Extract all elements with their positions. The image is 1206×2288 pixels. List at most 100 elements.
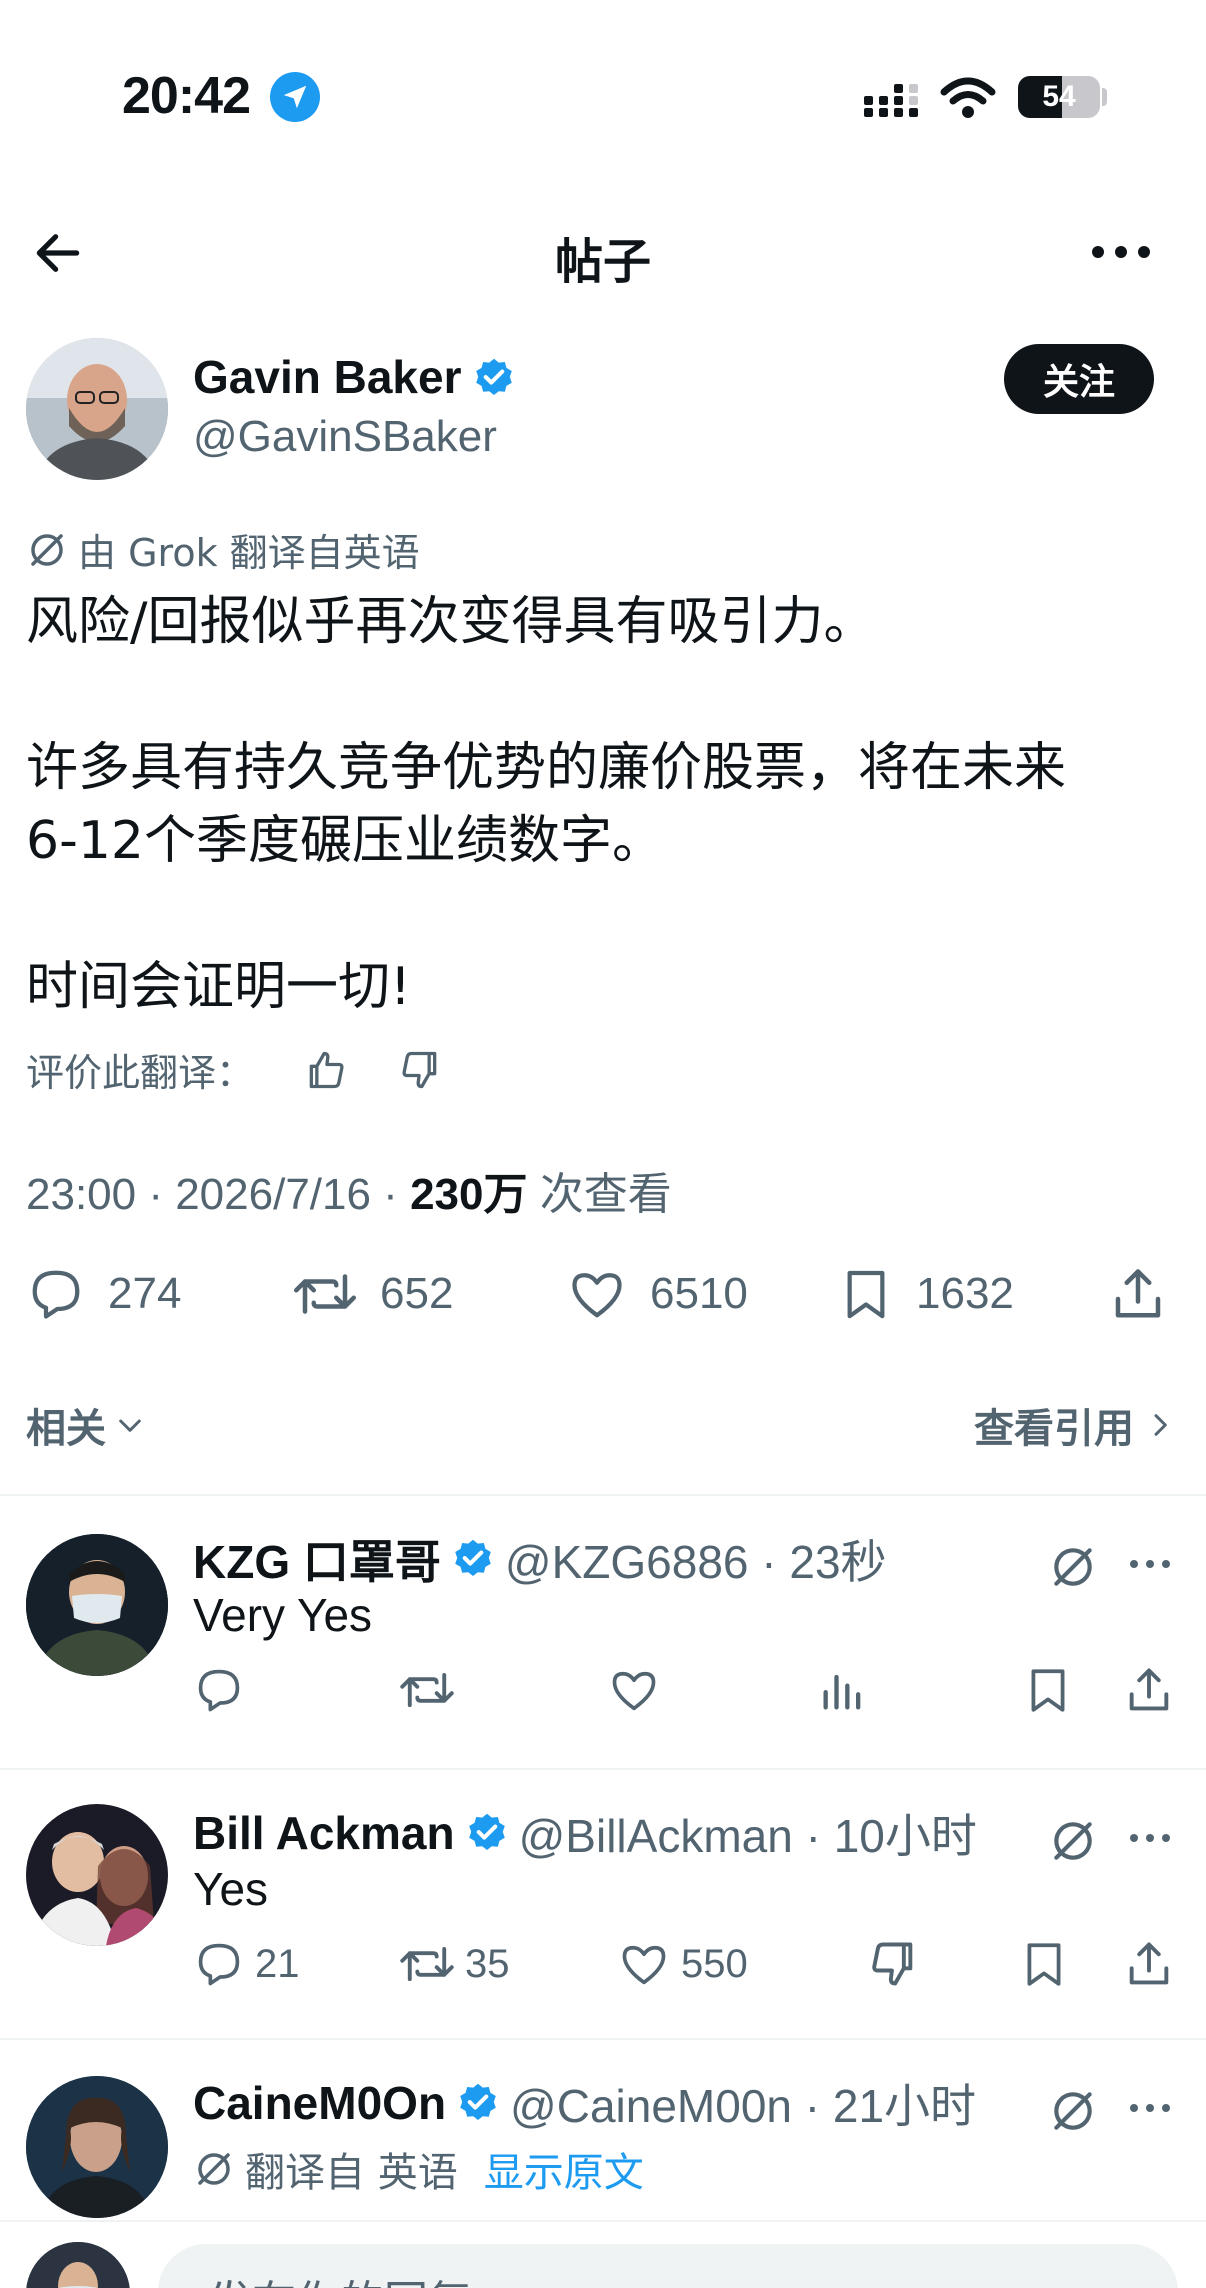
- repost-count: 652: [380, 1269, 454, 1318]
- share-icon: [1129, 1942, 1169, 1985]
- follow-button[interactable]: 关注: [1004, 344, 1154, 414]
- grok-icon[interactable]: [1048, 2086, 1098, 2136]
- reply-text: Yes: [193, 1863, 269, 1915]
- grok-icon[interactable]: [1048, 1542, 1098, 1592]
- view-quotes-link[interactable]: 查看引用: [974, 1396, 1172, 1454]
- comment-icon: [32, 1270, 80, 1319]
- verified-badge-icon: [455, 1539, 491, 1577]
- bookmark-icon: [847, 1270, 885, 1319]
- related-label: 相关: [26, 1406, 106, 1452]
- share-button[interactable]: [1108, 1264, 1168, 1324]
- more-horizontal-icon[interactable]: [1128, 1830, 1172, 1846]
- bookmark-button[interactable]: [1023, 1664, 1073, 1716]
- like-button[interactable]: [607, 1664, 671, 1716]
- bookmark-icon: [1027, 1943, 1061, 1986]
- share-button[interactable]: [1123, 1938, 1175, 1990]
- translation-note-text: 由 Grok 翻译自英语: [78, 531, 420, 575]
- comment-icon: [198, 1669, 240, 1712]
- reply-text: Very Yes: [193, 1589, 373, 1641]
- repost-icon: [400, 1946, 454, 1982]
- thumbs-down-icon[interactable]: [398, 1048, 442, 1092]
- more-horizontal-icon: [1092, 246, 1150, 258]
- share-button[interactable]: [1123, 1664, 1175, 1716]
- reply-translation-text: 翻译自 英语: [245, 2150, 458, 2196]
- reply-handle[interactable]: @BillAckman · 10小时: [519, 1800, 977, 1866]
- heart-icon: [612, 1671, 656, 1711]
- author-name[interactable]: Gavin Baker: [193, 350, 461, 404]
- author-handle[interactable]: @GavinSBaker: [193, 412, 497, 462]
- rate-translation-label: 评价此翻译：: [26, 1051, 255, 1095]
- reply-item[interactable]: Bill Ackman @BillAckman · 10小时 Yes 21 35…: [0, 1770, 1206, 2038]
- repost-icon: [400, 1672, 454, 1708]
- reply-avatar[interactable]: [26, 2076, 168, 2218]
- grok-icon: [198, 2153, 230, 2185]
- view-count-label: 次查看: [527, 1170, 672, 1219]
- grok-icon: [31, 533, 63, 566]
- translation-note[interactable]: 由 Grok 翻译自英语: [26, 522, 420, 577]
- like-count: 6510: [650, 1269, 748, 1318]
- like-button[interactable]: 550: [617, 1938, 748, 1990]
- thumbs-up-icon[interactable]: [304, 1048, 348, 1092]
- reply-author-name[interactable]: KZG 口罩哥: [193, 1526, 441, 1592]
- repost-count: 35: [465, 1941, 510, 1986]
- show-original-link[interactable]: 显示原文: [484, 2140, 644, 2198]
- reply-button[interactable]: [193, 1664, 255, 1716]
- post-body: 风险/回报似乎再次变得具有吸引力。 许多具有持久竞争优势的廉价股票，将在未来 6…: [26, 592, 1067, 1017]
- more-horizontal-icon[interactable]: [1128, 2100, 1172, 2116]
- view-count: 230万: [410, 1170, 528, 1219]
- chevron-right-icon: [1154, 1414, 1167, 1436]
- bookmark-button[interactable]: 1632: [838, 1264, 1014, 1324]
- comment-icon: [198, 1943, 240, 1986]
- reply-avatar[interactable]: [26, 1534, 168, 1676]
- chevron-down-icon: [119, 1419, 141, 1432]
- battery-level-text: 54: [1042, 80, 1076, 113]
- reply-actions: [193, 1664, 1183, 1724]
- reply-avatar[interactable]: [26, 1804, 168, 1946]
- rate-translation: 评价此翻译：: [26, 1042, 442, 1097]
- status-time: 20:42: [122, 67, 251, 125]
- thumbs-down-icon: [872, 1942, 913, 1986]
- post-timestamp: 23:00 · 2026/7/16 ·: [26, 1170, 411, 1219]
- reply-handle[interactable]: @KZG6886 · 23秒: [505, 1526, 887, 1592]
- grok-icon[interactable]: [1048, 1816, 1098, 1866]
- view-quotes-label: 查看引用: [974, 1406, 1134, 1452]
- repost-button[interactable]: [399, 1664, 465, 1716]
- analytics-icon: [823, 1674, 861, 1710]
- dislike-button[interactable]: [867, 1938, 919, 1990]
- more-horizontal-icon[interactable]: [1128, 1556, 1172, 1572]
- reply-author-name[interactable]: Bill Ackman: [193, 1806, 455, 1860]
- related-dropdown[interactable]: 相关: [26, 1396, 146, 1454]
- share-icon: [1129, 1668, 1169, 1711]
- page-title: 帖子: [554, 234, 651, 290]
- reply-header: Bill Ackman @BillAckman · 10小时: [193, 1800, 977, 1866]
- post-meta: 23:00 · 2026/7/16 · 230万 次查看: [26, 1158, 672, 1222]
- reply-button[interactable]: 274: [26, 1264, 181, 1324]
- more-options-button[interactable]: [1090, 240, 1152, 264]
- like-count: 550: [681, 1941, 748, 1986]
- repost-button[interactable]: 652: [292, 1264, 453, 1324]
- signal-icon: [862, 82, 928, 118]
- location-arrow-icon: [270, 72, 320, 122]
- verified-badge-icon: [460, 2083, 496, 2121]
- reply-translation-note: 翻译自 英语 显示原文: [193, 2140, 644, 2198]
- verified-badge-icon: [468, 1813, 505, 1851]
- repost-button[interactable]: 35: [399, 1938, 510, 1990]
- heart-icon: [622, 1945, 666, 1985]
- reply-button[interactable]: 21: [193, 1938, 300, 1990]
- reply-handle[interactable]: @CaineM00n · 21小时: [510, 2070, 976, 2136]
- views-button[interactable]: [817, 1664, 869, 1716]
- bookmark-button[interactable]: [1019, 1938, 1069, 1990]
- reply-count: 21: [255, 1941, 300, 1986]
- battery-icon: 54: [1018, 76, 1100, 118]
- heart-icon: [572, 1273, 622, 1318]
- reply-count: 274: [108, 1269, 182, 1318]
- repost-icon: [294, 1274, 356, 1314]
- reply-author-name[interactable]: CaineM0On: [193, 2076, 446, 2130]
- reply-header: CaineM0On @CaineM00n · 21小时: [193, 2070, 976, 2136]
- bookmark-icon: [1031, 1669, 1065, 1712]
- reply-item[interactable]: KZG 口罩哥 @KZG6886 · 23秒 Very Yes: [0, 1496, 1206, 1768]
- author-avatar[interactable]: [26, 338, 168, 480]
- reply-actions: 21 35 550: [193, 1938, 1183, 1998]
- reply-input[interactable]: 发布你的回复: [158, 2244, 1178, 2288]
- like-button[interactable]: 6510: [566, 1264, 748, 1324]
